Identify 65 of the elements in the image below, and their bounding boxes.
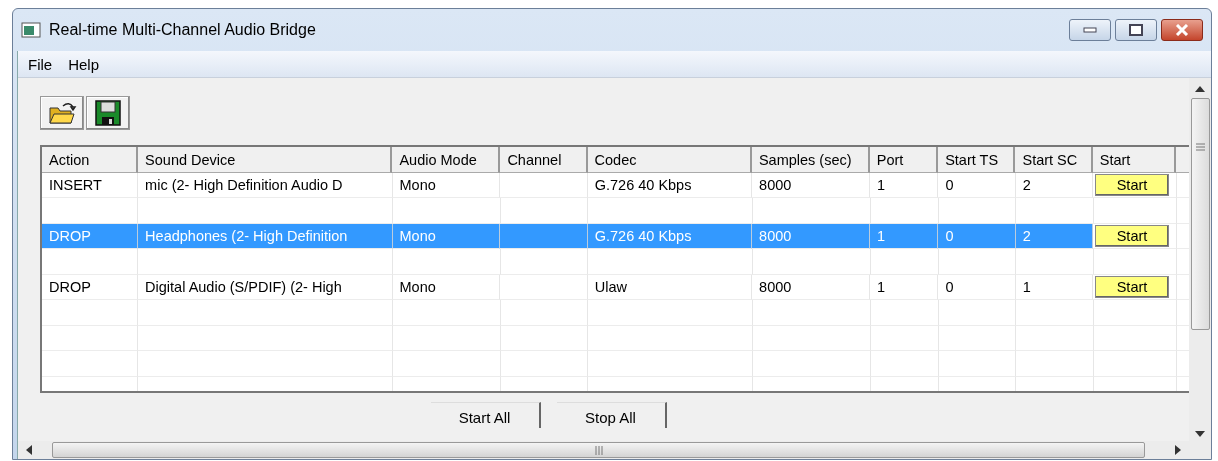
column-header[interactable]: Start TS bbox=[938, 147, 1016, 173]
table-cell: 1 bbox=[1015, 274, 1093, 300]
app-icon bbox=[21, 22, 41, 38]
horizontal-scrollbar-thumb[interactable] bbox=[52, 442, 1145, 458]
table-cell: G.726 40 Kbps bbox=[587, 172, 753, 198]
vertical-scrollbar-thumb[interactable] bbox=[1190, 98, 1210, 330]
column-header[interactable]: Codec bbox=[587, 147, 752, 173]
table-cell: 8000 bbox=[752, 274, 870, 300]
start-button[interactable]: Start bbox=[1095, 173, 1169, 196]
maximize-icon bbox=[1129, 24, 1143, 36]
table-cell: 2 bbox=[1015, 172, 1093, 198]
column-header[interactable]: Action bbox=[42, 147, 139, 173]
menu-item[interactable]: File bbox=[20, 55, 61, 73]
empty-cell bbox=[870, 249, 939, 275]
window-title: Real-time Multi-Channel Audio Bridge bbox=[49, 21, 317, 39]
table-cell: 2 bbox=[1015, 223, 1093, 249]
action-button[interactable]: Stop All bbox=[556, 402, 667, 428]
column-header[interactable]: Channel bbox=[500, 147, 588, 173]
folder-icon bbox=[47, 100, 77, 126]
column-header[interactable]: Sound Device bbox=[138, 147, 393, 173]
table-cell: Mono bbox=[392, 172, 501, 198]
table-cell: 0 bbox=[938, 223, 1016, 249]
scroll-up-icon[interactable] bbox=[1195, 86, 1205, 92]
minimize-icon bbox=[1083, 27, 1097, 33]
table-cell: 8000 bbox=[752, 172, 870, 198]
scroll-right-icon[interactable] bbox=[1175, 445, 1181, 455]
table-cell: Digital Audio (S/PDIF) (2- High bbox=[138, 274, 393, 300]
table-cell: Mono bbox=[392, 223, 501, 249]
table-cell: G.726 40 Kbps bbox=[587, 223, 753, 249]
table-cell: mic (2- High Definition Audio D bbox=[138, 172, 393, 198]
empty-cell bbox=[870, 325, 939, 351]
minimize-button[interactable] bbox=[1069, 19, 1111, 41]
table-cell: 1 bbox=[869, 172, 939, 198]
menu-item[interactable]: Help bbox=[60, 55, 108, 73]
table-cell: 1 bbox=[869, 274, 939, 300]
start-button[interactable]: Start bbox=[1095, 224, 1169, 247]
close-icon bbox=[1175, 24, 1189, 36]
table-cell: DROP bbox=[42, 223, 139, 249]
table-cell: Mono bbox=[392, 274, 501, 300]
column-header[interactable]: Audio Mode bbox=[392, 147, 501, 173]
column-header[interactable]: Start bbox=[1092, 147, 1176, 173]
column-header[interactable]: Samples (sec) bbox=[751, 147, 870, 173]
scroll-left-icon[interactable] bbox=[26, 445, 32, 455]
table-cell: DROP bbox=[42, 274, 139, 300]
scroll-down-icon[interactable] bbox=[1195, 431, 1205, 437]
table-row[interactable]: DROP Digital Audio (S/PDIF) (2- High Mono Ulaw 8000 1 0 1 Start bbox=[42, 274, 1192, 300]
table-cell: 0 bbox=[938, 274, 1016, 300]
maximize-button[interactable] bbox=[1115, 19, 1157, 41]
table-cell: Headphones (2- High Definition bbox=[138, 223, 393, 249]
column-header[interactable]: Start SC bbox=[1015, 147, 1093, 173]
column-header[interactable]: Port bbox=[869, 147, 939, 173]
action-button[interactable]: Start All bbox=[430, 402, 541, 428]
close-button[interactable] bbox=[1161, 19, 1203, 41]
save-button[interactable] bbox=[86, 96, 130, 130]
table-cell: 0 bbox=[938, 172, 1016, 198]
table-row[interactable]: INSERT mic (2- High Definition Audio D Mono G.726 40 Kbps 8000 1 0 2 Start bbox=[42, 172, 1192, 198]
empty-cell bbox=[870, 300, 939, 326]
start-button[interactable]: Start bbox=[1095, 275, 1169, 298]
table-cell: INSERT bbox=[42, 172, 139, 198]
table-row[interactable]: DROP Headphones (2- High Definition Mono G.726 40 Kbps 8000 1 0 2 Start bbox=[42, 223, 1192, 249]
open-button[interactable] bbox=[40, 96, 84, 130]
table-cell: 8000 bbox=[752, 223, 870, 249]
empty-cell bbox=[870, 351, 939, 377]
empty-cell bbox=[870, 198, 939, 224]
table-cell: Ulaw bbox=[587, 274, 753, 300]
